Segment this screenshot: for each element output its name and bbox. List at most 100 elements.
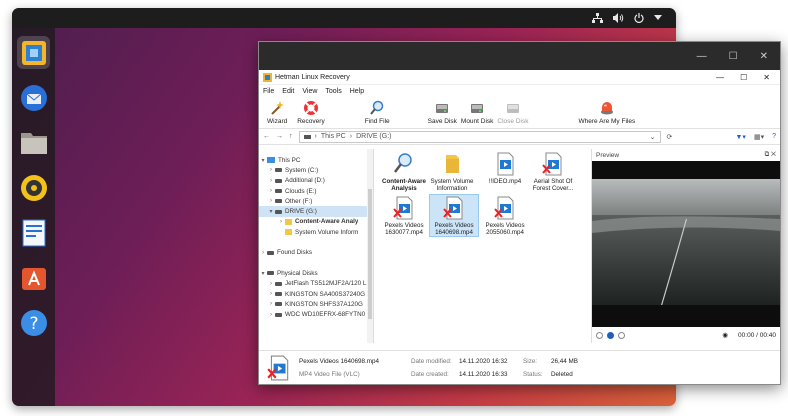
save-disk-button[interactable]: Save Disk [426,100,459,125]
power-icon[interactable] [634,13,644,23]
find-file-button[interactable]: Find File [363,100,392,125]
tree-item-found-disks[interactable]: › Found Disks [259,248,373,258]
pin-icon[interactable]: ⧉ [765,151,770,158]
mount-disk-button[interactable]: Mount Disk [459,100,496,125]
lifebuoy-icon [303,100,319,116]
help-circle-icon[interactable]: ? [772,133,776,141]
drive-icon [267,250,274,255]
drive-icon [275,209,282,214]
file-item-selected[interactable]: Pexels Videos 1640698.mp4 [429,194,479,237]
network-icon[interactable] [592,13,603,23]
magnifier-folder-icon [391,151,417,177]
chevron-down-icon[interactable] [654,15,662,21]
deleted-video-file-icon [441,195,467,221]
file-item[interactable]: System Volume Information [428,151,476,192]
breadcrumb-drive[interactable]: DRIVE (G:) [356,133,391,140]
breadcrumb-this-pc[interactable]: This PC [321,133,346,140]
tree-item-physical-disk[interactable]: › JetFlash TS512MJF2A/120 L [259,279,373,289]
where-are-my-files-button[interactable]: Where Are My Files [576,100,637,125]
tree-item-physical-disk[interactable]: › KINGSTON SHFS37A120G [259,299,373,309]
file-item[interactable]: Pexels Videos 1630077.mp4 [380,195,428,236]
tree-item-physical-disk[interactable]: › KINGSTON SA400S37240G [259,289,373,299]
maximize-button[interactable]: ☐ [729,51,738,62]
tree-scrollbar[interactable] [367,149,373,343]
close-disk-button[interactable]: Close Disk [495,100,530,125]
dock: ? [12,28,55,406]
file-grid: Content-Aware Analysis System Volume Inf… [374,149,592,343]
drive-icon [275,199,282,204]
toolbar: Wizard Recovery Find File Save Disk Moun… [259,97,780,129]
volume-icon[interactable]: ◉ [722,331,728,339]
tree-item-folder[interactable]: System Volume Inform [259,227,373,237]
tree-item-folder[interactable]: › Content-Aware Analy [259,217,373,227]
tree-item-physical-disks[interactable]: ▾ Physical Disks [259,268,373,278]
app-close-button[interactable]: ✕ [763,73,770,82]
app-maximize-button[interactable]: ☐ [740,73,747,82]
minimize-button[interactable]: — [697,51,707,62]
folder-icon [439,151,465,177]
details-filetype: MP4 Video File (VLC) [299,370,360,378]
files-icon[interactable] [17,126,50,159]
menu-edit[interactable]: Edit [282,88,294,95]
date-created-label: Date created: [411,370,449,378]
back-icon[interactable]: ← [263,133,270,140]
address-bar[interactable]: › This PC › DRIVE (G:) ⌄ [298,130,661,143]
menu-file[interactable]: File [263,88,274,95]
file-item[interactable]: Pexels Videos 2055060.mp4 [481,195,529,236]
address-bar-row: ← → ↑ › This PC › DRIVE (G:) ⌄ ⟳ ▼▾ ▦▾ ? [259,129,780,145]
tree-item-physical-disk[interactable]: › WDC WD10EFRX-68FYTN0 [259,309,373,319]
file-item[interactable]: Aerial Shot Of Forest Cover... [529,151,577,192]
help-icon[interactable]: ? [17,306,50,339]
tree-item-drive[interactable]: › Additional (D:) [259,176,373,186]
close-button[interactable]: ✕ [760,51,768,62]
computer-icon [267,157,275,164]
drive-icon [275,292,282,296]
top-panel [12,8,676,28]
refresh-icon[interactable]: ⟳ [667,133,673,141]
filter-icon[interactable]: ▼▾ [736,133,746,141]
drive-icon [275,168,282,173]
app-minimize-button[interactable]: — [716,73,724,82]
menu-help[interactable]: Help [350,88,364,95]
forward-icon[interactable]: → [276,133,283,140]
details-pane: Pexels Videos 1640698.mp4 MP4 Video File… [259,350,780,384]
drive-icon [303,134,311,139]
software-center-icon[interactable] [17,261,50,294]
preview-pane: Preview ⧉ ✕ ◉ 00:00 / 00:40 [592,149,780,343]
view-mode-icon[interactable]: ▦▾ [754,133,764,141]
deleted-video-file-icon [492,195,518,221]
svg-text:?: ? [29,314,38,334]
stop-icon[interactable] [596,331,603,339]
hetman-app-icon[interactable] [17,36,50,69]
tree-item-drive-selected[interactable]: ▾ DRIVE (G:) [259,206,373,217]
up-icon[interactable]: ↑ [289,133,293,140]
recovery-button[interactable]: Recovery [295,100,326,125]
drive-icon [275,312,282,317]
video-preview[interactable] [592,161,780,327]
thunderbird-icon[interactable] [17,81,50,114]
menu-tools[interactable]: Tools [325,88,341,95]
tree-item-this-pc[interactable]: ▾ This PC [259,155,373,165]
menu-view[interactable]: View [302,88,317,95]
time-readout: 00:00 / 00:40 [738,331,776,339]
deleted-video-file-icon [259,355,299,381]
file-item[interactable]: !!IDEO.mp4 [481,151,529,185]
file-item[interactable]: Content-Aware Analysis [380,151,428,192]
play-icon[interactable] [607,331,614,339]
rhythmbox-icon[interactable] [17,171,50,204]
disk-icon [505,100,521,116]
video-file-icon [492,151,518,177]
wizard-button[interactable]: Wizard [265,100,289,125]
magnifier-folder-icon [285,218,292,225]
preview-close-icon[interactable]: ✕ [771,151,776,158]
drive-icon [275,302,282,307]
date-modified-label: Date modified: [411,357,452,365]
date-modified-value: 14.11.2020 16:32 [459,357,508,365]
tree-item-drive[interactable]: › System (C:) [259,165,373,175]
tree-item-drive[interactable]: › Clouds (E:) [259,186,373,196]
tree-item-drive[interactable]: › Other (F:) [259,196,373,206]
pause-icon[interactable] [618,331,625,339]
menu-bar: File Edit View Tools Help [259,85,780,97]
writer-icon[interactable] [17,216,50,249]
volume-icon[interactable] [613,13,624,23]
